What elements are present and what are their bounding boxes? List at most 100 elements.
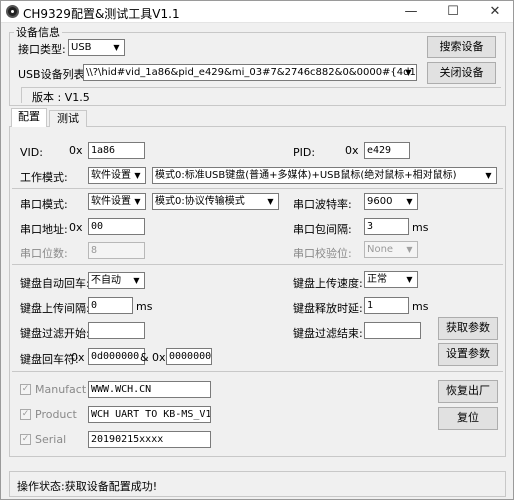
- manufact-checkbox: ✓: [20, 384, 31, 395]
- upload-speed-value: 正常: [367, 274, 387, 285]
- reset-button[interactable]: 复位: [438, 407, 498, 430]
- search-device-button[interactable]: 搜索设备: [427, 36, 496, 58]
- interface-type-value: USB: [71, 42, 92, 53]
- interface-type-label: 接口类型:: [18, 43, 66, 56]
- pid-label: PID:: [293, 146, 316, 159]
- upload-interval-label: 键盘上传间隔:: [20, 302, 90, 315]
- work-mode-detail-value: 模式0:标准USB键盘(普通+多媒体)+USB鼠标(绝对鼠标+相对鼠标): [155, 170, 457, 181]
- separator: [12, 188, 503, 189]
- app-icon: [6, 5, 19, 18]
- get-params-button[interactable]: 获取参数: [438, 317, 498, 340]
- close-device-button[interactable]: 关闭设备: [427, 62, 496, 84]
- release-delay-label: 键盘释放时延:: [293, 302, 363, 315]
- vid-label: VID:: [20, 146, 43, 159]
- serial-checkbox: ✓: [20, 434, 31, 445]
- upload-speed-label: 键盘上传速度:: [293, 277, 363, 290]
- vid-input[interactable]: 1a86: [88, 142, 145, 159]
- enter-char-input-1[interactable]: 0d000000: [88, 348, 145, 365]
- packet-interval-unit: ms: [412, 221, 429, 234]
- enter-char-input-2[interactable]: 00000000: [166, 348, 212, 365]
- filter-start-label: 键盘过滤开始:: [20, 327, 90, 340]
- usb-device-select[interactable]: \\?\hid#vid_1a86&pid_e429&mi_03#7&2746c8…: [83, 64, 417, 81]
- usb-list-label: USB设备列表:: [18, 68, 89, 81]
- baud-rate-select[interactable]: 9600 ▼: [364, 193, 418, 210]
- auto-enter-select[interactable]: 不自动 ▼: [88, 272, 145, 289]
- separator: [12, 264, 503, 265]
- upload-interval-unit: ms: [136, 300, 153, 313]
- version-text: 版本 : V1.5: [32, 91, 90, 104]
- serial-mode-select[interactable]: 软件设置 ▼: [88, 193, 146, 210]
- usb-device-value: \\?\hid#vid_1a86&pid_e429&mi_03#7&2746c8…: [86, 67, 416, 78]
- filter-start-input[interactable]: [88, 322, 145, 339]
- minimize-icon[interactable]: —: [393, 1, 429, 23]
- work-mode-select[interactable]: 软件设置 ▼: [88, 167, 146, 184]
- enter-char-prefix-1: 0x: [71, 351, 85, 364]
- manufact-input[interactable]: WWW.WCH.CN: [88, 381, 211, 398]
- data-bits-label: 串口位数:: [20, 247, 68, 260]
- enter-char-label: 键盘回车符:: [20, 353, 79, 366]
- serial-address-label: 串口地址:: [20, 223, 68, 236]
- filter-end-input[interactable]: [364, 322, 421, 339]
- work-mode-select-value: 软件设置: [91, 170, 131, 181]
- interface-type-select[interactable]: USB ▼: [68, 39, 125, 56]
- work-mode-label: 工作模式:: [20, 171, 68, 184]
- chevron-down-icon: ▼: [113, 43, 120, 52]
- product-input[interactable]: WCH UART TO KB-MS_V1.5: [88, 406, 211, 423]
- version-box: 版本 : V1.5: [21, 87, 501, 104]
- chevron-down-icon: ▼: [267, 197, 274, 206]
- tab-test[interactable]: 测试: [49, 110, 87, 127]
- app-window: CH9329配置&测试工具V1.1 — ☐ ✕ 设备信息 接口类型: USB ▼…: [0, 0, 514, 500]
- auto-enter-label: 键盘自动回车:: [20, 277, 90, 290]
- pid-prefix: 0x: [345, 144, 359, 157]
- status-text: 操作状态:获取设备配置成功!: [17, 480, 158, 493]
- product-label: Product: [35, 408, 77, 421]
- packet-interval-input[interactable]: 3: [364, 218, 409, 235]
- vid-prefix: 0x: [69, 144, 83, 157]
- pid-input[interactable]: e429: [364, 142, 410, 159]
- chevron-down-icon: ▼: [406, 275, 413, 284]
- chevron-down-icon: ▼: [134, 197, 141, 206]
- release-delay-unit: ms: [412, 300, 429, 313]
- status-bar: 操作状态:获取设备配置成功!: [9, 471, 506, 497]
- chevron-down-icon: ▼: [406, 245, 413, 254]
- title-bar: CH9329配置&测试工具V1.1 — ☐ ✕: [1, 1, 513, 23]
- chevron-down-icon: ▼: [406, 197, 413, 206]
- packet-interval-label: 串口包间隔:: [293, 223, 352, 236]
- factory-reset-button[interactable]: 恢复出厂: [438, 380, 498, 403]
- serial-mode-label: 串口模式:: [20, 198, 68, 211]
- filter-end-label: 键盘过滤结束:: [293, 327, 363, 340]
- chevron-down-icon: ▼: [405, 68, 412, 77]
- serial-address-input[interactable]: 00: [88, 218, 145, 235]
- separator: [12, 371, 503, 372]
- serial-mode-select-value: 软件设置: [91, 196, 131, 207]
- serial-mode-detail-select[interactable]: 模式0:协议传输模式 ▼: [152, 193, 279, 210]
- baud-rate-label: 串口波特率:: [293, 198, 352, 211]
- enter-char-prefix-2: 0x: [152, 351, 166, 364]
- enter-char-and: &: [140, 351, 149, 364]
- chevron-down-icon: ▼: [133, 276, 140, 285]
- parity-label: 串口校验位:: [293, 247, 352, 260]
- set-params-button[interactable]: 设置参数: [438, 343, 498, 366]
- serial-label: Serial: [35, 433, 67, 446]
- work-mode-detail-select[interactable]: 模式0:标准USB键盘(普通+多媒体)+USB鼠标(绝对鼠标+相对鼠标) ▼: [152, 167, 497, 184]
- serial-input[interactable]: 20190215xxxx: [88, 431, 211, 448]
- auto-enter-value: 不自动: [91, 275, 121, 286]
- close-icon[interactable]: ✕: [477, 1, 513, 23]
- chevron-down-icon: ▼: [134, 171, 141, 180]
- serial-address-prefix: 0x: [69, 221, 83, 234]
- upload-interval-input[interactable]: 0: [88, 297, 133, 314]
- product-checkbox: ✓: [20, 409, 31, 420]
- window-title: CH9329配置&测试工具V1.1: [23, 7, 180, 21]
- parity-value: None: [367, 244, 394, 255]
- tab-config[interactable]: 配置: [11, 108, 47, 127]
- maximize-icon[interactable]: ☐: [435, 1, 471, 23]
- upload-speed-select[interactable]: 正常 ▼: [364, 271, 418, 288]
- manufact-label: Manufact: [35, 383, 87, 396]
- device-info-legend: 设备信息: [16, 26, 60, 39]
- parity-select: None ▼: [364, 241, 418, 258]
- data-bits-input: 8: [88, 242, 145, 259]
- serial-mode-detail-value: 模式0:协议传输模式: [155, 196, 245, 207]
- chevron-down-icon: ▼: [485, 171, 492, 180]
- baud-rate-value: 9600: [367, 196, 393, 207]
- release-delay-input[interactable]: 1: [364, 297, 409, 314]
